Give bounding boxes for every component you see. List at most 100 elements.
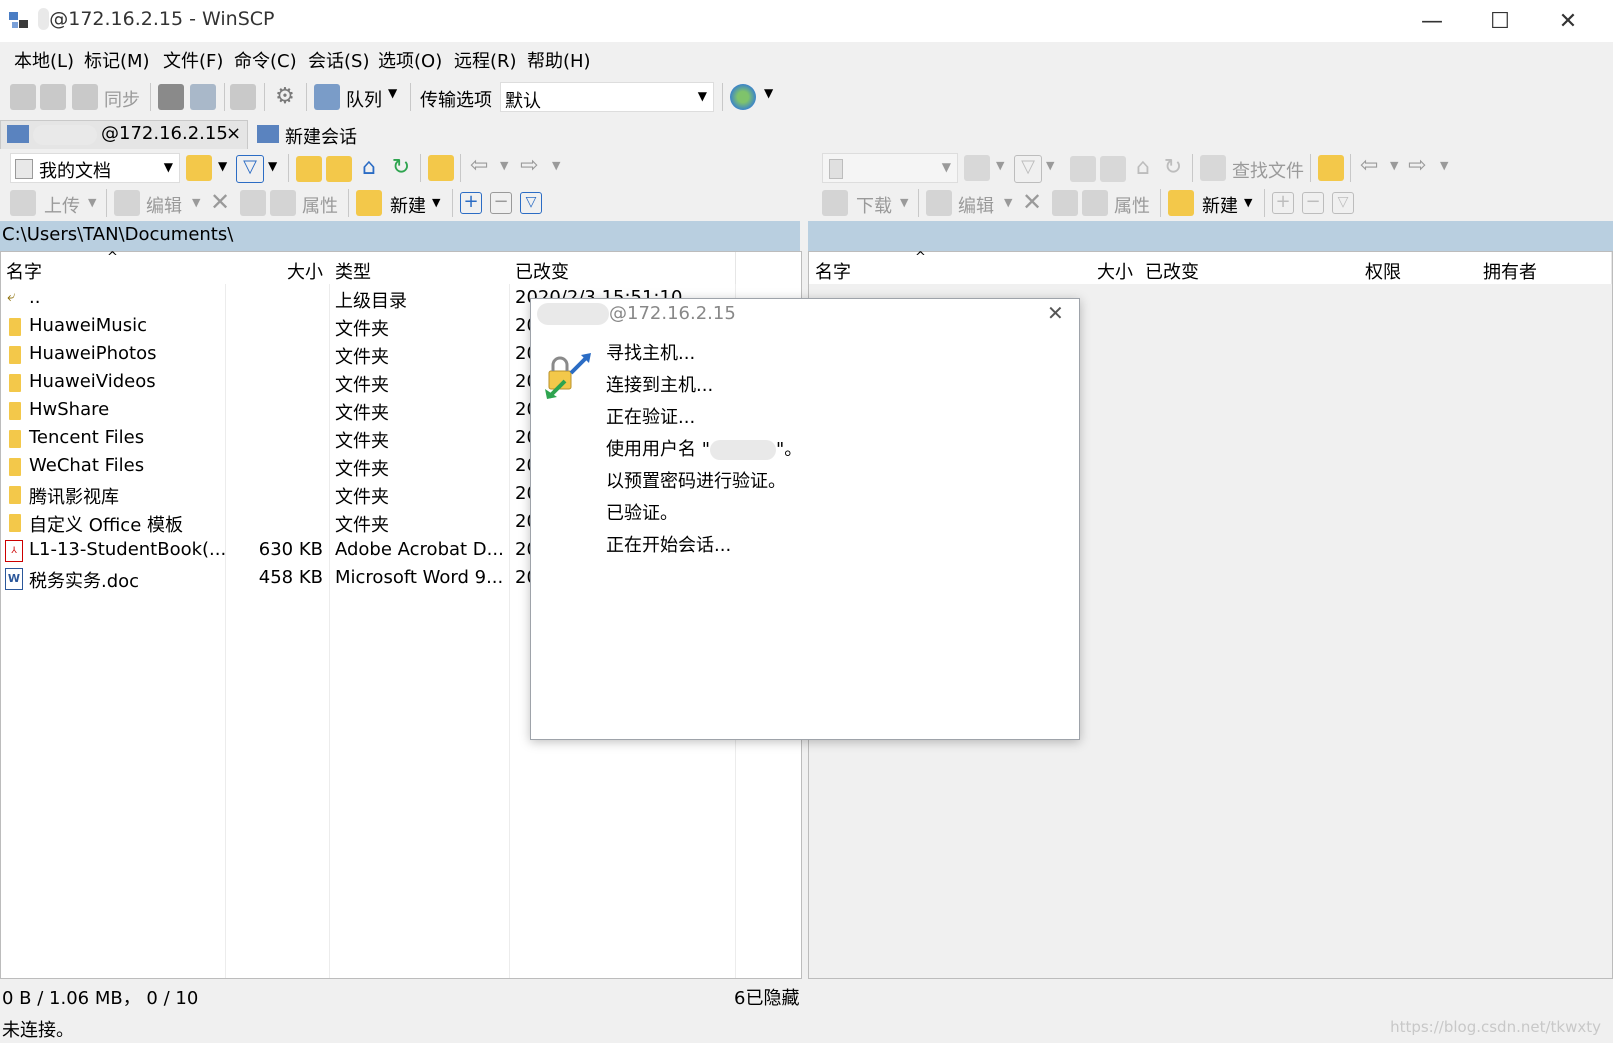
menu-command[interactable]: 命令(C) (234, 47, 297, 73)
filter-icon[interactable]: ▽ (1014, 155, 1042, 183)
chevron-down-icon[interactable]: ▼ (432, 196, 440, 209)
new-button[interactable]: 新建 (390, 192, 426, 218)
back-arrow-icon[interactable]: ⇦ (470, 153, 488, 178)
tree-icon[interactable] (428, 155, 454, 181)
rename-icon[interactable] (240, 190, 266, 216)
unselect-icon[interactable]: − (490, 192, 512, 214)
sync-button[interactable]: 同步 (104, 86, 140, 112)
properties-icon[interactable] (1082, 190, 1108, 216)
column-name[interactable]: 名字 ^ (1, 250, 226, 284)
filter-select-icon[interactable]: ▽ (1332, 192, 1354, 214)
chevron-down-icon[interactable]: ▼ (218, 159, 227, 173)
chevron-down-icon[interactable]: ▼ (500, 159, 508, 172)
download-icon[interactable] (822, 190, 848, 216)
close-button[interactable]: ✕ (1534, 0, 1602, 42)
forward-arrow-icon[interactable]: ⇨ (1408, 153, 1426, 178)
gear-icon[interactable]: ⚙ (272, 84, 298, 110)
chevron-down-icon[interactable]: ▼ (88, 196, 96, 209)
new-folder-icon[interactable] (356, 190, 382, 216)
menu-session[interactable]: 会话(S) (308, 47, 369, 73)
find-files-button[interactable]: 查找文件 (1232, 157, 1304, 183)
chevron-down-icon[interactable]: ▼ (1004, 196, 1012, 209)
tab-close-icon[interactable]: × (226, 123, 241, 144)
right-path-bar[interactable] (808, 221, 1613, 251)
column-rights[interactable]: 权限 (1359, 252, 1478, 284)
parent-directory-icon[interactable] (1070, 156, 1096, 182)
chevron-down-icon[interactable]: ▼ (552, 159, 560, 172)
menu-help[interactable]: 帮助(H) (527, 47, 591, 73)
tree-icon[interactable] (1318, 155, 1344, 181)
globe-icon[interactable] (730, 84, 756, 110)
queue-icon[interactable] (314, 84, 340, 110)
console-icon[interactable] (158, 84, 184, 110)
edit-icon[interactable] (114, 190, 140, 216)
left-path-bar[interactable]: C:\Users\TAN\Documents\ (0, 221, 800, 251)
queue-button[interactable]: 队列 (346, 86, 382, 112)
properties-button[interactable]: 属性 (302, 192, 338, 218)
column-type[interactable]: 类型 (329, 252, 510, 284)
putty-icon[interactable] (190, 84, 216, 110)
synchronize-browse-icon[interactable] (40, 84, 66, 110)
delete-icon[interactable]: ✕ (210, 188, 230, 216)
refresh-icon[interactable]: ↻ (388, 155, 414, 181)
compare-icon[interactable] (10, 84, 36, 110)
transfer-profile-select[interactable]: 默认 ▼ (500, 82, 714, 112)
root-directory-icon[interactable] (1100, 156, 1126, 182)
column-name[interactable]: 名字 ^ (809, 250, 1036, 284)
menu-local[interactable]: 本地(L) (14, 47, 74, 73)
column-size[interactable]: 大小 (225, 252, 330, 284)
edit-button[interactable]: 编辑 (958, 192, 994, 218)
filter-icon[interactable]: ▽ (236, 155, 264, 183)
sync-icon[interactable] (72, 84, 98, 110)
root-directory-icon[interactable] (326, 156, 352, 182)
edit-icon[interactable] (926, 190, 952, 216)
menu-mark[interactable]: 标记(M) (84, 47, 150, 73)
maximize-button[interactable]: ☐ (1466, 0, 1534, 42)
menu-file[interactable]: 文件(F) (163, 47, 223, 73)
chevron-down-icon[interactable]: ▼ (1440, 159, 1448, 172)
chevron-down-icon[interactable]: ▼ (388, 86, 397, 100)
column-changed[interactable]: 已改变 (1139, 252, 1360, 284)
new-folder-icon[interactable] (1168, 190, 1194, 216)
open-folder-icon[interactable] (964, 155, 990, 181)
chevron-down-icon[interactable]: ▼ (1390, 159, 1398, 172)
open-folder-icon[interactable] (186, 155, 212, 181)
chevron-down-icon[interactable]: ▼ (1046, 159, 1054, 172)
upload-icon[interactable] (10, 190, 36, 216)
chevron-down-icon[interactable]: ▼ (268, 159, 277, 173)
column-owner[interactable]: 拥有者 (1477, 252, 1612, 284)
refresh-icon[interactable]: ↻ (1160, 155, 1186, 181)
dialog-close-button[interactable]: ✕ (1047, 301, 1064, 325)
home-icon[interactable]: ⌂ (356, 155, 382, 181)
chevron-down-icon[interactable]: ▼ (764, 86, 773, 100)
minimize-button[interactable]: — (1398, 0, 1466, 42)
parent-directory-icon[interactable] (296, 156, 322, 182)
tab-session[interactable]: @172.16.2.15 × (0, 120, 248, 149)
menu-remote[interactable]: 远程(R) (454, 47, 517, 73)
rename-icon[interactable] (1052, 190, 1078, 216)
download-button[interactable]: 下载 (856, 192, 892, 218)
forward-arrow-icon[interactable]: ⇨ (520, 153, 538, 178)
properties-icon[interactable] (270, 190, 296, 216)
tab-new-session[interactable]: 新建会话 (250, 120, 362, 149)
column-changed[interactable]: 已改变 (509, 252, 736, 284)
chevron-down-icon[interactable]: ▼ (192, 196, 200, 209)
left-location-select[interactable]: 我的文档 ▼ (10, 153, 180, 183)
menu-options[interactable]: 选项(O) (378, 47, 442, 73)
properties-button[interactable]: 属性 (1114, 192, 1150, 218)
select-all-icon[interactable]: + (460, 192, 482, 214)
delete-icon[interactable]: ✕ (1022, 188, 1042, 216)
synchronize-icon[interactable] (230, 84, 256, 110)
right-location-select[interactable]: ▼ (822, 153, 958, 183)
column-size[interactable]: 大小 (1035, 252, 1140, 284)
edit-button[interactable]: 编辑 (146, 192, 182, 218)
chevron-down-icon[interactable]: ▼ (996, 159, 1004, 172)
chevron-down-icon[interactable]: ▼ (1244, 196, 1252, 209)
find-files-icon[interactable] (1200, 155, 1226, 181)
chevron-down-icon[interactable]: ▼ (900, 196, 908, 209)
unselect-icon[interactable]: − (1302, 192, 1324, 214)
filter-select-icon[interactable]: ▽ (520, 192, 542, 214)
new-button[interactable]: 新建 (1202, 192, 1238, 218)
home-icon[interactable]: ⌂ (1130, 155, 1156, 181)
upload-button[interactable]: 上传 (44, 192, 80, 218)
